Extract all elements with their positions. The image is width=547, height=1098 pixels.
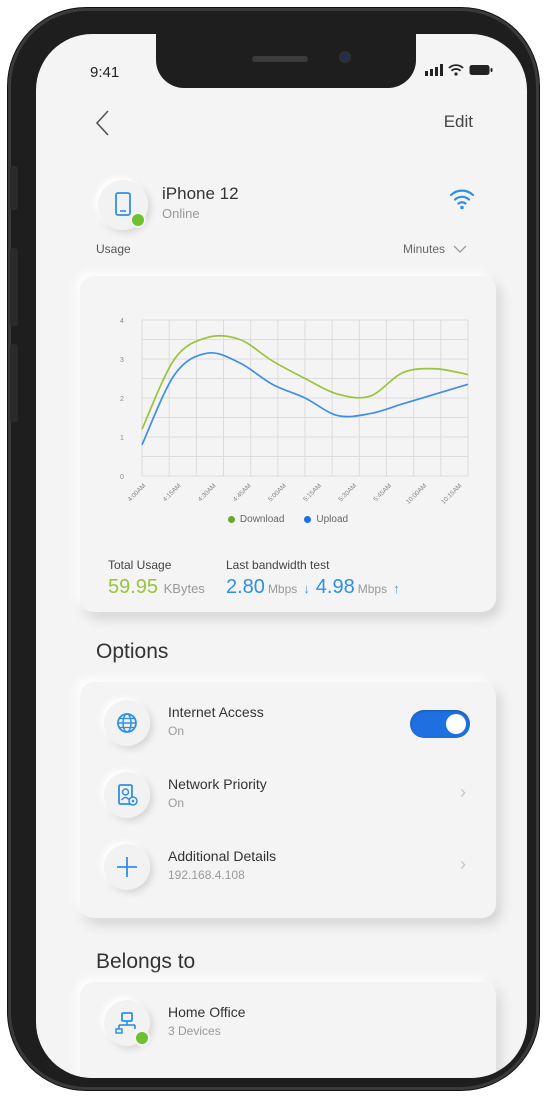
network-priority-icon-wrap (104, 772, 150, 818)
total-usage-unit: KBytes (163, 581, 205, 596)
x-tick-label: 5:45AM (372, 482, 393, 503)
options-title: Options (96, 640, 169, 663)
network-priority-icon (118, 784, 138, 806)
group-status-dot (134, 1030, 150, 1046)
upload-speed: 4.98 (315, 576, 355, 598)
x-tick-label: 4:00AM (127, 482, 148, 503)
time-unit-label: Minutes (402, 242, 445, 256)
wifi-status-icon (448, 64, 464, 76)
battery-icon (469, 65, 493, 75)
status-time: 9:41 (90, 64, 120, 81)
option-subtitle: 192.168.4.108 (168, 868, 245, 882)
download-speed: 2.80 (226, 576, 265, 598)
chevron-right-icon: › (460, 782, 466, 802)
total-usage-label: Total Usage (108, 558, 172, 572)
chevron-right-icon: › (460, 854, 466, 874)
legend-label-download: Download (239, 514, 285, 525)
notch (156, 34, 416, 88)
side-button (10, 166, 18, 210)
volume-up-button (10, 248, 18, 326)
phone-frame: 9:41 Edit iPhone 12 Online Usage Minutes… (8, 8, 539, 1090)
option-network-priority[interactable]: Network Priority On › (80, 760, 496, 830)
y-tick-label: 1 (120, 435, 124, 442)
speaker (252, 56, 308, 62)
arrow-down-icon: ↓ (303, 581, 310, 596)
usage-label: Usage (96, 242, 131, 256)
bandwidth-values: 2.80 Mbps ↓ 4.98 Mbps ↑ (226, 576, 403, 599)
option-title: Internet Access (168, 704, 264, 720)
x-tick-label: 4:30AM (197, 482, 218, 503)
belongs-title: Belongs to (96, 950, 196, 973)
time-unit-dropdown[interactable]: Minutes (403, 242, 467, 256)
group-home-office[interactable]: Home Office 3 Devices (80, 988, 496, 1058)
options-card: Internet Access On Network Priority On ›… (80, 682, 496, 918)
usage-chart: 0 1 2 3 4 4:00AM 4:15AM 4:30AM 4:45AM 5:00AM 5:15A… (120, 318, 469, 506)
usage-chart-card: 0 1 2 3 4 4:00AM 4:15AM 4:30AM 4:45AM 5:00AM 5:15A… (80, 276, 496, 612)
legend-item-upload: Upload (304, 514, 348, 525)
edit-button[interactable]: Edit (444, 112, 473, 132)
legend-label-upload: Upload (316, 514, 349, 525)
globe-icon (117, 713, 137, 733)
group-name: Home Office (168, 1004, 246, 1020)
download-unit: Mbps (267, 582, 298, 596)
upload-unit: Mbps (357, 582, 388, 596)
signal-icon (425, 64, 443, 76)
x-tick-label: 5:15AM (302, 482, 323, 503)
total-usage-value: 59.95 KBytes (108, 576, 205, 599)
wifi-icon (449, 189, 475, 210)
option-subtitle: On (168, 796, 185, 810)
y-tick-label: 4 (120, 318, 124, 325)
x-tick-label: 5:30AM (337, 482, 358, 503)
toggle-knob (446, 714, 466, 734)
option-title: Additional Details (168, 848, 277, 864)
plus-icon (117, 857, 137, 877)
group-device-count: 3 Devices (168, 1024, 221, 1038)
plus-icon-wrap (104, 844, 150, 890)
network-group-icon-wrap (104, 1000, 150, 1046)
total-usage-number: 59.95 (108, 576, 159, 598)
device-avatar (98, 180, 148, 230)
legend-dot-download (227, 516, 235, 523)
online-status-dot (130, 212, 146, 228)
chart-legend: Download Upload (80, 514, 496, 525)
x-tick-label: 4:15AM (162, 482, 183, 503)
option-title: Network Priority (168, 776, 267, 792)
y-tick-label: 2 (120, 396, 124, 403)
x-tick-label: 10:15AM (440, 482, 463, 505)
belongs-card[interactable]: Home Office 3 Devices (80, 982, 496, 1078)
option-additional-details[interactable]: Additional Details 192.168.4.108 › (80, 832, 496, 902)
arrow-up-icon: ↑ (393, 581, 400, 596)
option-subtitle: On (168, 724, 185, 738)
status-icons (425, 64, 493, 76)
globe-icon-wrap (104, 700, 150, 746)
x-tick-label: 4:45AM (232, 482, 253, 503)
device-status: Online (162, 206, 200, 221)
camera (339, 51, 351, 63)
screen: 9:41 Edit iPhone 12 Online Usage Minutes… (36, 34, 527, 1078)
x-tick-label: 10:00AM (405, 482, 428, 505)
bandwidth-label: Last bandwidth test (226, 558, 330, 572)
chevron-down-icon (453, 245, 467, 253)
device-name: iPhone 12 (162, 184, 239, 203)
internet-access-toggle[interactable] (410, 710, 470, 738)
y-tick-label: 0 (120, 474, 124, 481)
legend-item-download: Download (227, 514, 285, 525)
x-tick-label: 5:00AM (267, 482, 288, 503)
y-tick-label: 3 (120, 357, 124, 364)
back-chevron-icon[interactable] (92, 108, 116, 138)
volume-down-button (10, 344, 18, 422)
option-internet-access[interactable]: Internet Access On (80, 688, 496, 758)
legend-dot-upload (304, 516, 312, 523)
